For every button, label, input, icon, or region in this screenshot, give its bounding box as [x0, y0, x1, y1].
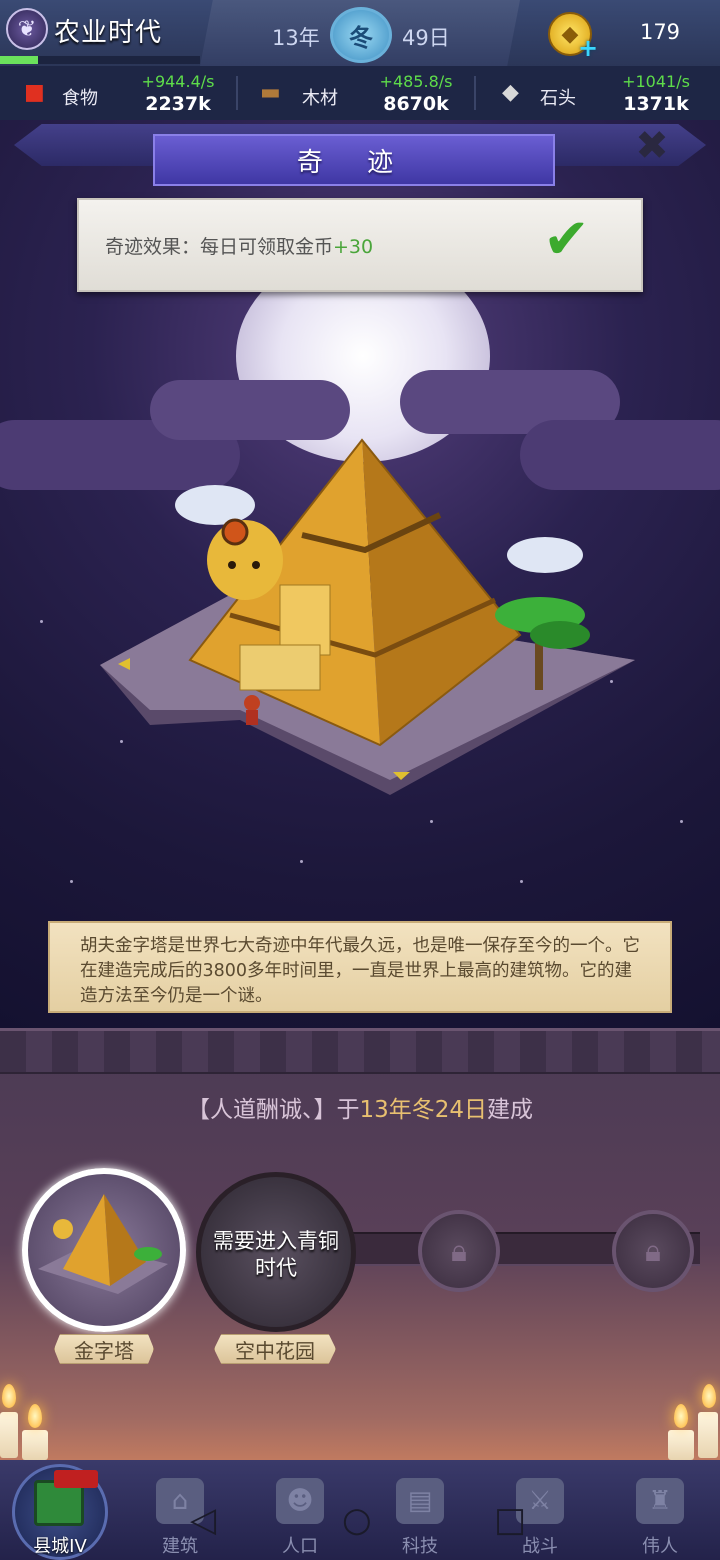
wood-icon: ▬ — [260, 80, 281, 105]
system-back-icon[interactable]: ◁ — [190, 1500, 216, 1540]
wonder-description: 胡夫金字塔是世界七大奇迹中年代最久远，也是唯一保存至今的一个。它在建造完成后的3… — [80, 936, 640, 1006]
wheat-icon[interactable]: ❦ — [6, 8, 48, 50]
candle — [22, 1430, 48, 1460]
system-home-icon[interactable]: ○ — [342, 1500, 372, 1540]
resource-rate-wood: +485.8/s — [379, 72, 453, 91]
close-icon[interactable]: ✖ — [630, 123, 674, 169]
candle-flame — [674, 1404, 688, 1428]
built-info: 【人道酬诚、】于13年冬24日建成 — [0, 1090, 720, 1124]
nav-label-buildings: 建筑 — [162, 1536, 198, 1557]
nav-label-great-people: 伟人 — [642, 1536, 678, 1557]
year-label: 13年 — [272, 26, 320, 50]
resource-divider — [236, 76, 238, 110]
candle — [0, 1412, 18, 1458]
candle — [698, 1412, 718, 1458]
slot-label-pyramid: 金字塔 — [54, 1334, 154, 1364]
effect-bonus: +30 — [333, 236, 374, 258]
resource-rate-food: +944.4/s — [141, 72, 215, 91]
era-progress-fill — [0, 56, 38, 64]
built-date: 13年冬24日 — [359, 1097, 488, 1123]
builder-name: 【人道酬诚、】于 — [186, 1097, 360, 1123]
unlock-requirement: 需要进入青铜时代 — [213, 1229, 339, 1280]
resource-name-stone: 石头 — [540, 88, 576, 109]
resource-total-wood: 8670k — [383, 93, 449, 115]
resource-total-food: 2237k — [145, 93, 211, 115]
stone-icon: ◆ — [502, 80, 519, 105]
season-badge: 冬 — [330, 7, 392, 63]
era-title: 农业时代 — [54, 18, 163, 48]
statue-icon: ♜ — [636, 1478, 684, 1524]
pyramid-wonder-illustration[interactable] — [90, 420, 640, 810]
nav-item-technology[interactable]: ▤ 科技 — [360, 1460, 480, 1560]
built-suffix: 建成 — [487, 1097, 534, 1123]
checkmark-icon: ✔ — [543, 207, 590, 272]
effect-text: 奇迹效果：每日可领取金币+30 — [105, 232, 373, 259]
lock-icon: 🔒︎ — [451, 1233, 467, 1269]
panel-title: 奇 迹 — [153, 134, 555, 186]
resource-rate-stone: +1041/s — [622, 72, 690, 91]
apple-icon: ■ — [24, 80, 45, 105]
slot-label-hanging-gardens: 空中花园 — [214, 1334, 336, 1364]
day-label: 49日 — [402, 26, 450, 50]
resource-name-food: 食物 — [62, 88, 98, 109]
nav-label-town: 县城IV — [33, 1536, 87, 1557]
candle-flame — [702, 1384, 716, 1408]
wonder-slot-locked[interactable]: 🔒︎ — [612, 1210, 694, 1292]
resource-divider — [474, 76, 476, 110]
nav-item-great-people[interactable]: ♜ 伟人 — [600, 1460, 720, 1560]
system-recents-icon[interactable]: □ — [494, 1500, 526, 1540]
nav-label-technology: 科技 — [402, 1536, 438, 1557]
nav-item-buildings[interactable]: ⌂ 建筑 — [120, 1460, 240, 1560]
candle-flame — [2, 1384, 16, 1408]
season-label: 冬 — [349, 23, 373, 52]
wonder-slot-pyramid[interactable] — [22, 1168, 186, 1332]
effect-label: 奇迹效果：每日可领取金币 — [105, 236, 334, 258]
decorative-trim — [0, 1028, 720, 1074]
candle — [668, 1430, 694, 1460]
notification-flag-icon — [54, 1470, 98, 1488]
person-icon: ☻ — [276, 1478, 324, 1524]
lock-icon: 🔒︎ — [645, 1233, 661, 1269]
resource-name-wood: 木材 — [302, 88, 338, 109]
add-coins-icon[interactable]: + — [578, 34, 598, 62]
coin-count: 179 — [639, 20, 681, 44]
candle-flame — [28, 1404, 42, 1428]
resource-total-stone: 1371k — [623, 93, 689, 115]
book-icon: ▤ — [396, 1478, 444, 1524]
pyramid-thumbnail — [38, 1194, 168, 1294]
wonder-slot-locked[interactable]: 🔒︎ — [418, 1210, 500, 1292]
